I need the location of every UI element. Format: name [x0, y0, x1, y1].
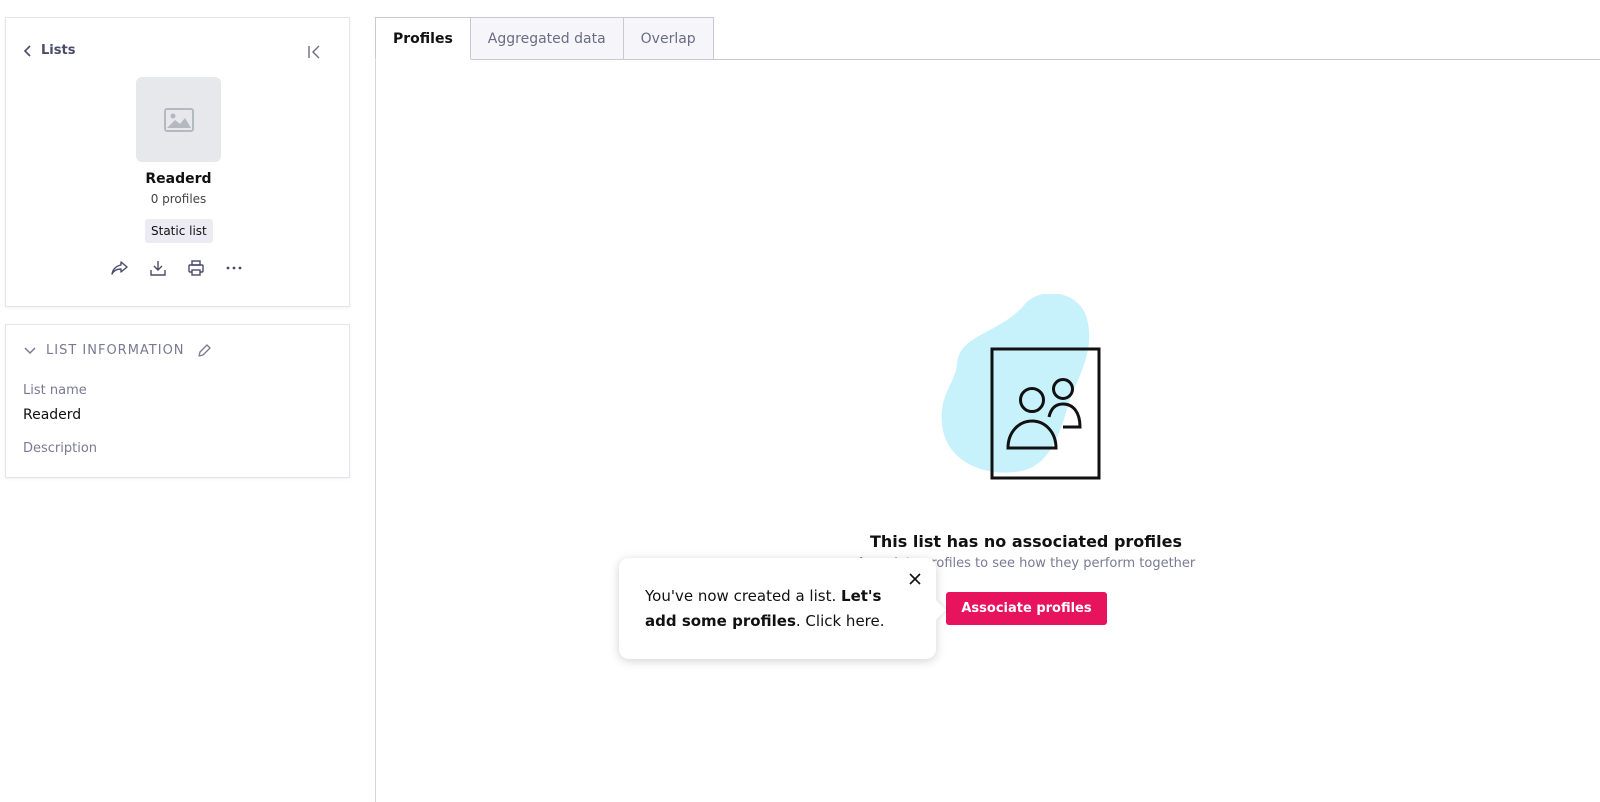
- list-type-badge: Static list: [145, 219, 213, 243]
- more-button[interactable]: [224, 258, 244, 278]
- list-information-card: LIST INFORMATION List name Readerd Descr…: [5, 324, 350, 478]
- list-actions: [110, 258, 244, 278]
- list-title: Readerd: [145, 171, 212, 187]
- image-placeholder-icon: [163, 107, 194, 132]
- tab-profiles[interactable]: Profiles: [375, 17, 471, 60]
- print-button[interactable]: [186, 258, 206, 278]
- back-to-lists-link[interactable]: Lists: [23, 43, 75, 58]
- associate-profiles-button[interactable]: Associate profiles: [946, 592, 1107, 625]
- collapse-left-icon[interactable]: [306, 44, 322, 60]
- share-icon: [111, 261, 128, 275]
- empty-state-title: This list has no associated profiles: [869, 532, 1182, 551]
- print-icon: [188, 260, 204, 276]
- profile-count: 0 profiles: [150, 192, 207, 206]
- description-label: Description: [23, 441, 98, 456]
- onboarding-tooltip: You've now created a list. Let's add som…: [619, 558, 936, 659]
- list-information-toggle[interactable]: LIST INFORMATION: [24, 343, 211, 358]
- download-button[interactable]: [148, 258, 168, 278]
- list-name-value: Readerd: [23, 407, 82, 423]
- share-button[interactable]: [110, 258, 130, 278]
- list-avatar: [136, 77, 221, 162]
- close-icon[interactable]: [908, 572, 922, 586]
- chevron-left-icon: [23, 44, 31, 57]
- empty-profiles-illustration: [941, 294, 1101, 480]
- illustration-blob: [941, 294, 1090, 473]
- download-icon: [150, 261, 166, 276]
- list-information-heading: LIST INFORMATION: [46, 343, 185, 358]
- tab-overlap[interactable]: Overlap: [623, 17, 714, 60]
- tooltip-text-start: You've now created a list.: [645, 587, 842, 605]
- list-name-label: List name: [23, 383, 87, 398]
- more-icon: [226, 266, 242, 270]
- tab-bar: Profiles Aggregated data Overlap: [375, 17, 714, 60]
- tooltip-text-end: . Click here.: [795, 612, 885, 630]
- tab-aggregated-data[interactable]: Aggregated data: [470, 17, 624, 60]
- back-link-label: Lists: [41, 43, 76, 58]
- chevron-down-icon: [24, 346, 36, 354]
- pencil-icon[interactable]: [197, 343, 211, 358]
- main-left-border: [375, 59, 376, 802]
- list-summary-card: Lists Readerd 0 profiles Static list: [5, 17, 350, 307]
- tooltip-message: You've now created a list. Let's add som…: [645, 584, 910, 634]
